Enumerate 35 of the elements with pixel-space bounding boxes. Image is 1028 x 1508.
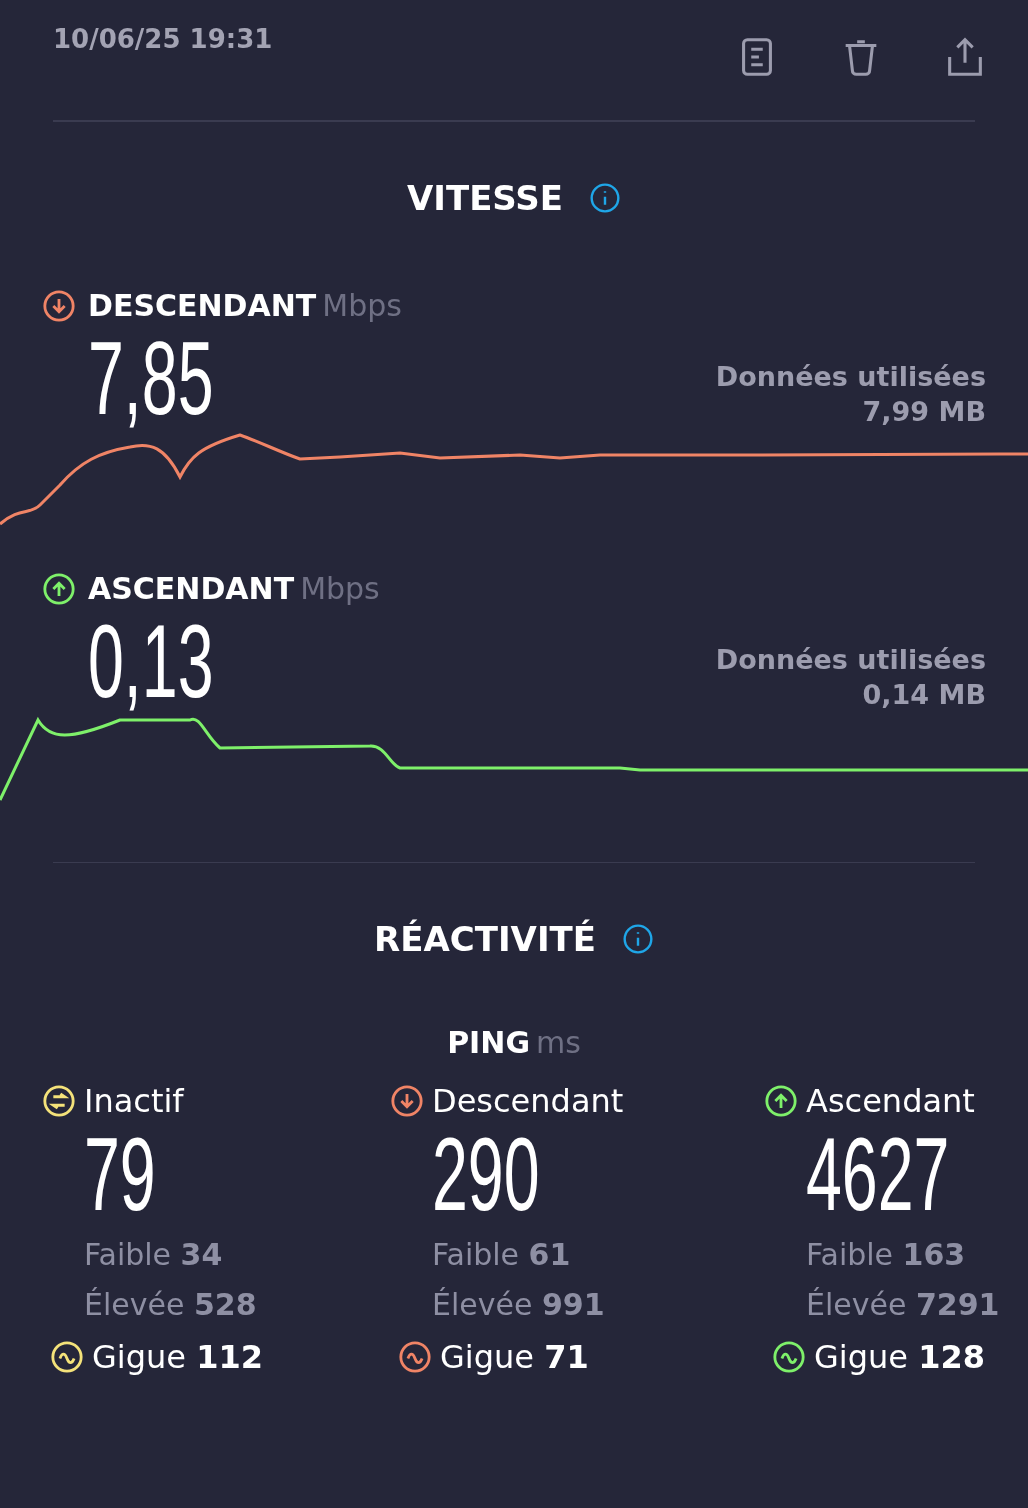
info-icon[interactable] [589, 182, 622, 214]
section-title: RÉACTIVITÉ [374, 919, 596, 959]
info-icon[interactable] [621, 923, 654, 955]
low-stat: Faible 163 [806, 1236, 967, 1274]
stream-label: DESCENDANT [88, 288, 317, 323]
high-stat: Élevée 991 [432, 1286, 606, 1324]
high-stat: Élevée 528 [84, 1286, 258, 1324]
latency-value: 4627 [806, 1124, 950, 1224]
jitter-stat: Gigue 71 [440, 1338, 589, 1376]
data-used-label: Données utilisées [715, 361, 986, 392]
low-stat: Faible 34 [84, 1236, 224, 1274]
low-stat: Faible 61 [432, 1236, 572, 1274]
data-used-label: Données utilisées [715, 644, 986, 675]
latency-label: Ascendant [806, 1082, 975, 1120]
ping-label: PING [447, 1025, 530, 1060]
data-used-value: 7,99 MB [862, 396, 986, 427]
wave-icon [772, 1340, 806, 1374]
latency-label: Descendant [432, 1082, 624, 1120]
unit-label: ms [536, 1025, 581, 1060]
section-title: VITESSE [406, 178, 564, 218]
timestamp: 10/06/25 19:31 [53, 24, 273, 56]
data-used-value: 0,14 MB [862, 679, 986, 710]
unit-label: Mbps [322, 288, 402, 323]
jitter-stat: Gigue 128 [814, 1338, 985, 1376]
latency-value: 79 [84, 1124, 157, 1224]
latency-value: 290 [432, 1124, 541, 1224]
latency-label: Inactif [84, 1082, 184, 1120]
jitter-stat: Gigue 112 [92, 1338, 263, 1376]
speed-value: 0,13 [88, 606, 214, 716]
stream-label: ASCENDANT [88, 571, 295, 606]
unit-label: Mbps [300, 571, 380, 606]
wave-icon [398, 1340, 432, 1374]
speed-value: 7,85 [88, 323, 214, 433]
wave-icon [50, 1340, 84, 1374]
high-stat: Élevée 7291 [806, 1286, 1001, 1324]
